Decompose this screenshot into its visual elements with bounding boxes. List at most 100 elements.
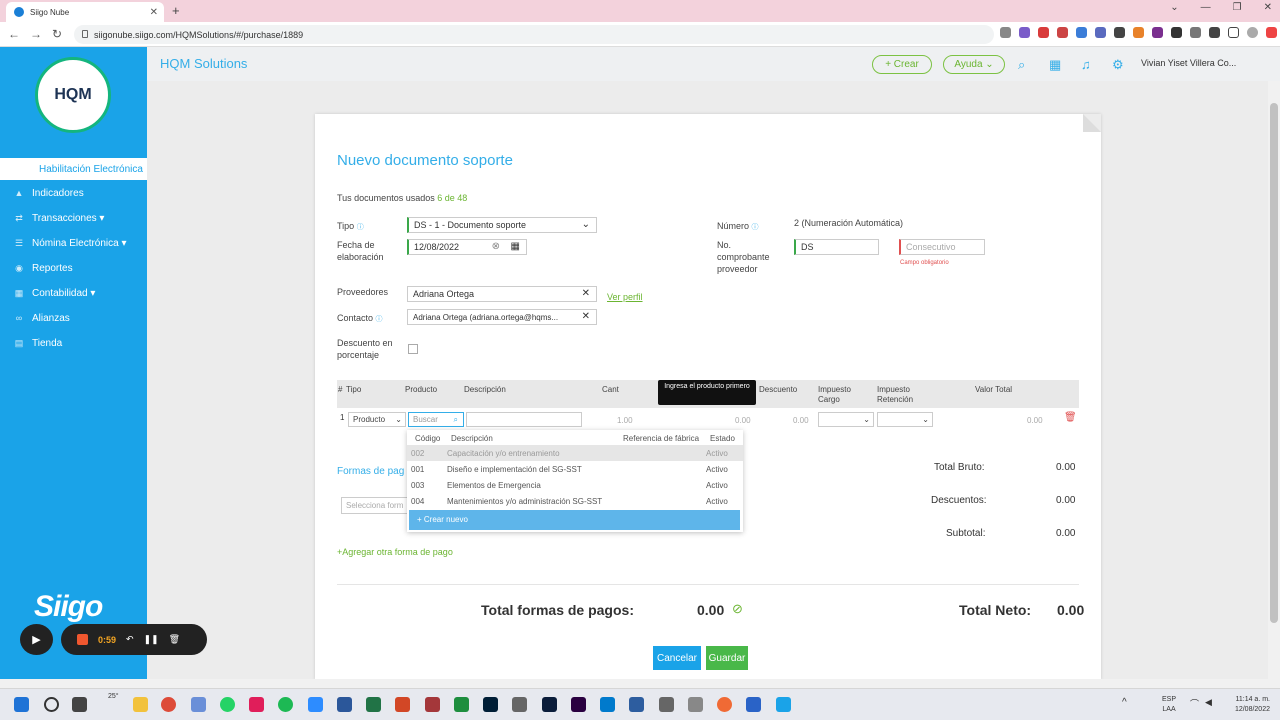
help-button[interactable]: Ayuda ⌄ — [943, 55, 1005, 74]
app-icon[interactable] — [746, 697, 761, 712]
ext-icon[interactable] — [1076, 27, 1087, 38]
sidebar-item-nomina[interactable]: ☰ Nómina Electrónica ▾ — [0, 232, 147, 254]
language-indicator[interactable]: ESP LAA — [1162, 695, 1176, 715]
row-description-input[interactable] — [466, 412, 582, 427]
windows-start-icon[interactable] — [14, 697, 29, 712]
sidebar-item-indicadores[interactable]: ▲ Indicadores — [0, 182, 147, 204]
volume-icon[interactable]: ◀ — [1205, 697, 1212, 708]
create-new-product-button[interactable]: + Crear nuevo — [409, 510, 740, 530]
contacto-field[interactable]: Adriana Ortega (adriana.ortega@hqms... ✕ — [407, 309, 597, 325]
impuesto-cargo-select[interactable]: ⌄ — [818, 412, 874, 427]
scrollbar-thumb[interactable] — [1270, 103, 1278, 623]
add-payment-link[interactable]: +Agregar otra forma de pago — [337, 546, 453, 558]
payment-method-select[interactable]: Selecciona form — [341, 497, 411, 514]
zoom-icon[interactable] — [308, 697, 323, 712]
clear-icon[interactable]: ✕ — [582, 311, 590, 322]
bell-icon[interactable]: ♫ — [1081, 57, 1091, 72]
spotify-icon[interactable] — [278, 697, 293, 712]
app-icon[interactable] — [776, 697, 791, 712]
row-tipo-select[interactable]: Producto ⌄ — [348, 412, 406, 427]
search-icon[interactable]: ⌕ — [1018, 57, 1025, 73]
clock[interactable]: 11:14 a. m. 12/08/2022 — [1235, 695, 1270, 715]
sidebar-item-tienda[interactable]: ▤ Tienda — [0, 332, 147, 354]
ext-icon[interactable] — [1038, 27, 1049, 38]
vscode-icon[interactable] — [600, 697, 615, 712]
horizontal-scrollbar[interactable] — [0, 679, 1280, 688]
forward-icon[interactable]: → — [30, 27, 42, 41]
impuesto-retencion-select[interactable]: ⌄ — [877, 412, 933, 427]
list-item[interactable]: 002 Capacitación y/o entrenamiento Activ… — [407, 445, 743, 461]
ext-icon[interactable] — [1095, 27, 1106, 38]
app-icon[interactable] — [191, 697, 206, 712]
app-icon[interactable] — [454, 697, 469, 712]
buscar-product-input[interactable]: Buscar ⌕ — [408, 412, 464, 427]
create-button[interactable]: + Crear — [872, 55, 932, 74]
weather-temp[interactable]: 25° — [108, 693, 119, 700]
sidebar-item-reportes[interactable]: ◉ Reportes — [0, 257, 147, 279]
app-icon[interactable] — [717, 697, 732, 712]
undo-icon[interactable]: ↶ — [126, 634, 134, 645]
sidebar-item-alianzas[interactable]: ∞ Alianzas — [0, 307, 147, 329]
excel-icon[interactable] — [366, 697, 381, 712]
pause-icon[interactable]: ❚❚ — [144, 634, 159, 645]
cancel-button[interactable]: Cancelar — [653, 646, 701, 670]
photoshop-icon[interactable] — [483, 697, 498, 712]
list-item[interactable]: 003 Elementos de Emergencia Activo — [407, 477, 743, 493]
back-icon[interactable]: ← — [8, 27, 20, 41]
user-menu[interactable]: Vivian Yiset Villera Co... — [1141, 58, 1236, 68]
ext-icon[interactable] — [1114, 27, 1125, 38]
file-explorer-icon[interactable] — [133, 697, 148, 712]
browser-tab[interactable]: Siigo Nube ✕ — [6, 2, 164, 22]
minimize-icon[interactable]: — — [1201, 2, 1211, 13]
webcam-icon[interactable]: ▶ — [20, 624, 53, 655]
puzzle-icon[interactable] — [1209, 27, 1220, 38]
clear-date-icon[interactable]: ⊗ — [492, 241, 500, 252]
task-view-icon[interactable] — [72, 697, 87, 712]
ext-icon[interactable] — [1152, 27, 1163, 38]
sidebar-item-contabilidad[interactable]: ▦ Contabilidad ▾ — [0, 282, 147, 304]
whatsapp-icon[interactable] — [220, 697, 235, 712]
chevron-up-icon[interactable]: ^ — [1122, 697, 1127, 708]
close-window-icon[interactable]: ✕ — [1264, 2, 1272, 13]
stop-record-button[interactable] — [77, 634, 88, 645]
trash-icon[interactable]: 🗑 — [169, 634, 180, 645]
clear-icon[interactable]: ✕ — [582, 288, 590, 299]
sidebar-item-habilitacion[interactable]: Habilitación Electrónica — [0, 158, 147, 180]
app-icon[interactable] — [512, 697, 527, 712]
app-icon[interactable] — [542, 697, 557, 712]
new-tab-icon[interactable]: + — [172, 3, 180, 18]
search-icon[interactable] — [44, 697, 59, 712]
chrome-icon[interactable] — [161, 697, 176, 712]
camera-ext-icon[interactable] — [1000, 27, 1011, 38]
access-icon[interactable] — [425, 697, 440, 712]
restore-icon[interactable]: ❐ — [1233, 2, 1242, 13]
ext-icon[interactable] — [1190, 27, 1201, 38]
ext-icon[interactable] — [1266, 27, 1277, 38]
consecutivo-input[interactable]: Consecutivo — [899, 239, 985, 255]
calendar-icon[interactable]: ▦ — [511, 241, 520, 252]
company-logo[interactable]: HQM — [35, 57, 111, 133]
trash-icon[interactable]: 🗑 — [1064, 412, 1077, 423]
reload-icon[interactable]: ↻ — [52, 27, 62, 41]
wifi-icon[interactable]: ⌒ — [1190, 697, 1199, 710]
app-icon[interactable] — [688, 697, 703, 712]
vertical-scrollbar[interactable] — [1268, 81, 1280, 679]
slack-icon[interactable] — [249, 697, 264, 712]
list-item[interactable]: 001 Diseño e implementación del SG-SST A… — [407, 461, 743, 477]
url-field[interactable]: siigonube.siigo.com/HQMSolutions/#/purch… — [74, 25, 994, 44]
ext-icon[interactable] — [1019, 27, 1030, 38]
powerpoint-icon[interactable] — [395, 697, 410, 712]
ver-perfil-link[interactable]: Ver perfil — [607, 291, 643, 303]
calendar-icon[interactable]: ▦ — [1049, 57, 1061, 73]
after-effects-icon[interactable] — [571, 697, 586, 712]
ext-icon[interactable] — [1057, 27, 1068, 38]
profile-icon[interactable] — [1247, 27, 1258, 38]
prefijo-field[interactable]: DS — [794, 239, 879, 255]
app-icon[interactable] — [659, 697, 674, 712]
gear-icon[interactable]: ⚙ — [1112, 57, 1124, 73]
fecha-field[interactable]: 12/08/2022 ⊗ ▦ — [407, 239, 527, 255]
descuento-checkbox[interactable] — [408, 344, 418, 354]
chevron-down-icon[interactable]: ⌄ — [1170, 2, 1178, 13]
close-tab-icon[interactable]: ✕ — [150, 7, 158, 18]
metamask-icon[interactable] — [1133, 27, 1144, 38]
